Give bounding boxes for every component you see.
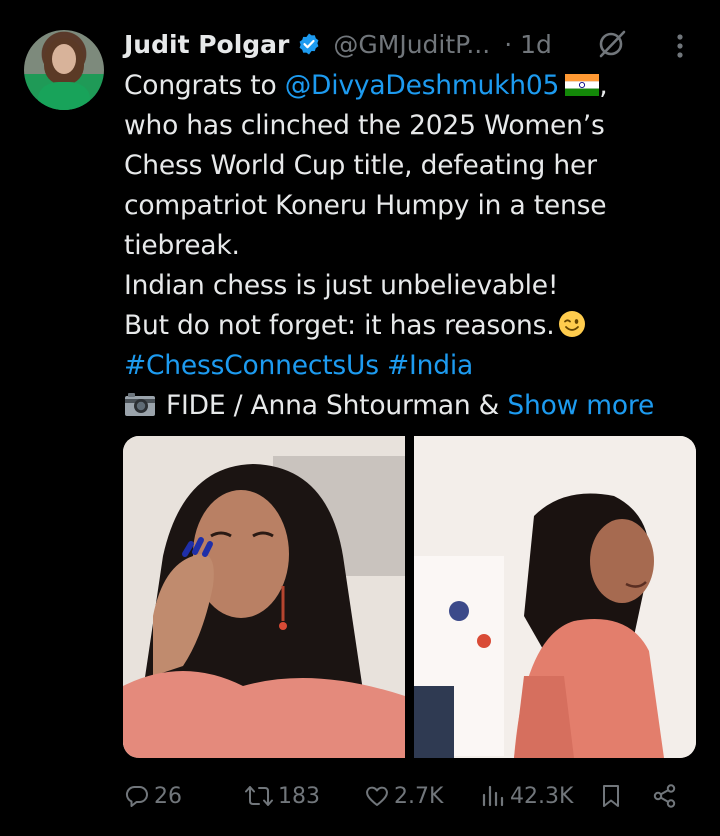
- reply-count: 26: [154, 783, 182, 809]
- like-button[interactable]: 2.7K: [364, 776, 443, 816]
- text-line-6: Indian chess is just unbelievable!: [124, 270, 559, 301]
- text-segment: ,: [599, 70, 608, 101]
- reply-button[interactable]: 26: [124, 776, 182, 816]
- bookmark-icon: [603, 785, 619, 807]
- text-line-4: compatriot Koneru Humpy in a tense: [124, 190, 607, 221]
- show-more-link[interactable]: Show more: [507, 390, 654, 421]
- photo-1[interactable]: [123, 436, 405, 758]
- text-line-7: But do not forget: it has reasons.: [124, 306, 704, 346]
- photo-credit: FIDE / Anna Shtourman &: [166, 390, 508, 421]
- heart-icon: [366, 786, 388, 806]
- author-avatar[interactable]: [24, 30, 104, 110]
- reply-icon: [125, 785, 148, 807]
- tweet-action-bar: 26 183 2.7K 42.3K: [124, 776, 684, 816]
- repost-icon: [245, 786, 273, 806]
- camera-icon: [125, 393, 155, 416]
- tweet-media: [123, 436, 696, 758]
- hashtag-link[interactable]: #ChessConnectsUs: [124, 350, 379, 381]
- repost-button[interactable]: 183: [244, 776, 320, 816]
- text-line-2: who has clinched the 2025 Women’s: [124, 110, 605, 141]
- avatar-body: [38, 82, 90, 110]
- tweet-header: Judit Polgar @GMJuditP... · 1d: [124, 24, 552, 64]
- views-button[interactable]: 42.3K: [480, 776, 573, 816]
- verified-badge-icon[interactable]: [297, 32, 321, 56]
- tweet-timestamp[interactable]: · 1d: [504, 30, 552, 59]
- india-flag-icon: [565, 74, 600, 96]
- winking-face-icon: [559, 311, 586, 337]
- share-button[interactable]: [652, 776, 678, 816]
- views-icon: [482, 785, 504, 807]
- text-line-credit: FIDE / Anna Shtourman & Show more: [124, 386, 704, 426]
- views-count: 42.3K: [510, 783, 574, 809]
- text-segment: But do not forget: it has reasons.: [124, 310, 555, 341]
- text-line-1: Congrats to @DivyaDeshmukh05 ,: [124, 66, 704, 106]
- text-segment: Congrats to: [124, 70, 285, 101]
- author-name[interactable]: Judit Polgar: [124, 30, 289, 59]
- share-icon: [653, 784, 676, 808]
- author-handle[interactable]: @GMJuditP...: [333, 30, 490, 59]
- grok-icon[interactable]: [596, 28, 628, 60]
- text-line-hashtags: #ChessConnectsUs #India: [124, 346, 704, 386]
- more-vertical-icon[interactable]: [668, 30, 692, 62]
- tweet-text: Congrats to @DivyaDeshmukh05 , who has c…: [124, 66, 704, 426]
- hashtag-link[interactable]: #India: [387, 350, 473, 381]
- text-line-3: Chess World Cup title, defeating her: [124, 150, 597, 181]
- mention-link[interactable]: @DivyaDeshmukh05: [285, 70, 560, 101]
- photo-2[interactable]: [414, 436, 696, 758]
- avatar-face: [52, 44, 76, 74]
- repost-count: 183: [278, 783, 320, 809]
- text-line-5: tiebreak.: [124, 230, 240, 261]
- bookmark-button[interactable]: [598, 776, 624, 816]
- like-count: 2.7K: [394, 783, 444, 809]
